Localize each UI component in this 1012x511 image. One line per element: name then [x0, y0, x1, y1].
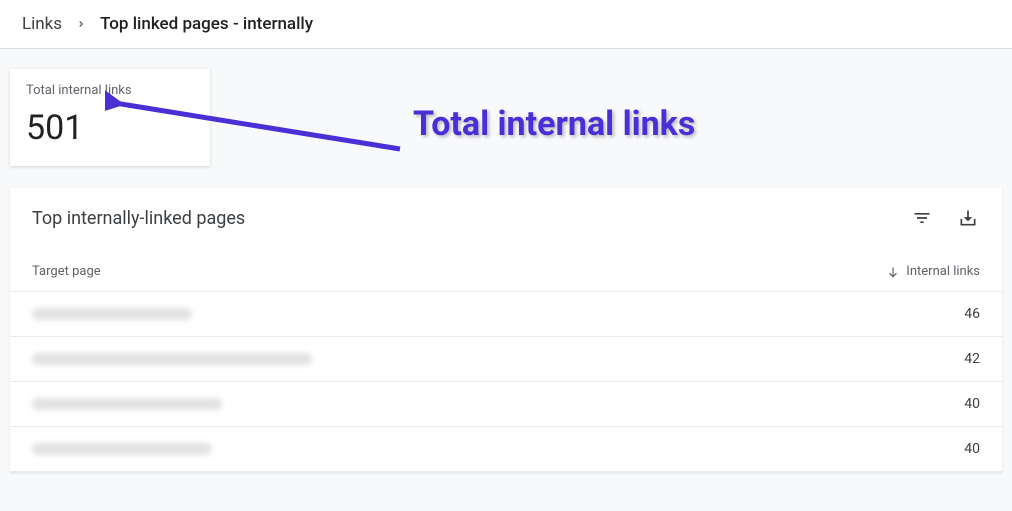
filter-icon[interactable]: [910, 206, 934, 230]
redacted-url: [32, 353, 312, 365]
table-row[interactable]: 40: [10, 382, 1002, 427]
cell-internal-links: 46: [950, 306, 980, 322]
redacted-url: [32, 308, 192, 320]
panel-top-linked-pages: Top internally-linked pages Target page …: [10, 188, 1002, 472]
download-icon[interactable]: [956, 206, 980, 230]
column-internal-links[interactable]: Internal links: [886, 264, 980, 279]
annotation-text: Total internal links: [413, 104, 695, 144]
breadcrumb: Links Top linked pages - internally: [0, 0, 1012, 49]
chevron-right-icon: [76, 19, 86, 29]
redacted-url: [32, 443, 212, 455]
stat-card-total-links: Total internal links 501: [10, 69, 210, 166]
breadcrumb-current: Top linked pages - internally: [100, 14, 313, 34]
cell-internal-links: 40: [950, 441, 980, 457]
breadcrumb-root[interactable]: Links: [22, 14, 62, 34]
table-row[interactable]: 42: [10, 337, 1002, 382]
table-row[interactable]: 46: [10, 292, 1002, 337]
column-internal-links-label: Internal links: [906, 264, 980, 279]
table-header: Target page Internal links: [10, 238, 1002, 292]
arrow-down-icon: [886, 265, 900, 279]
stat-value: 501: [26, 108, 194, 148]
cell-internal-links: 42: [950, 351, 980, 367]
panel-title: Top internally-linked pages: [32, 208, 910, 229]
redacted-url: [32, 398, 222, 410]
table-row[interactable]: 40: [10, 427, 1002, 472]
column-target-page[interactable]: Target page: [32, 264, 886, 279]
cell-internal-links: 40: [950, 396, 980, 412]
stat-label: Total internal links: [26, 83, 194, 98]
